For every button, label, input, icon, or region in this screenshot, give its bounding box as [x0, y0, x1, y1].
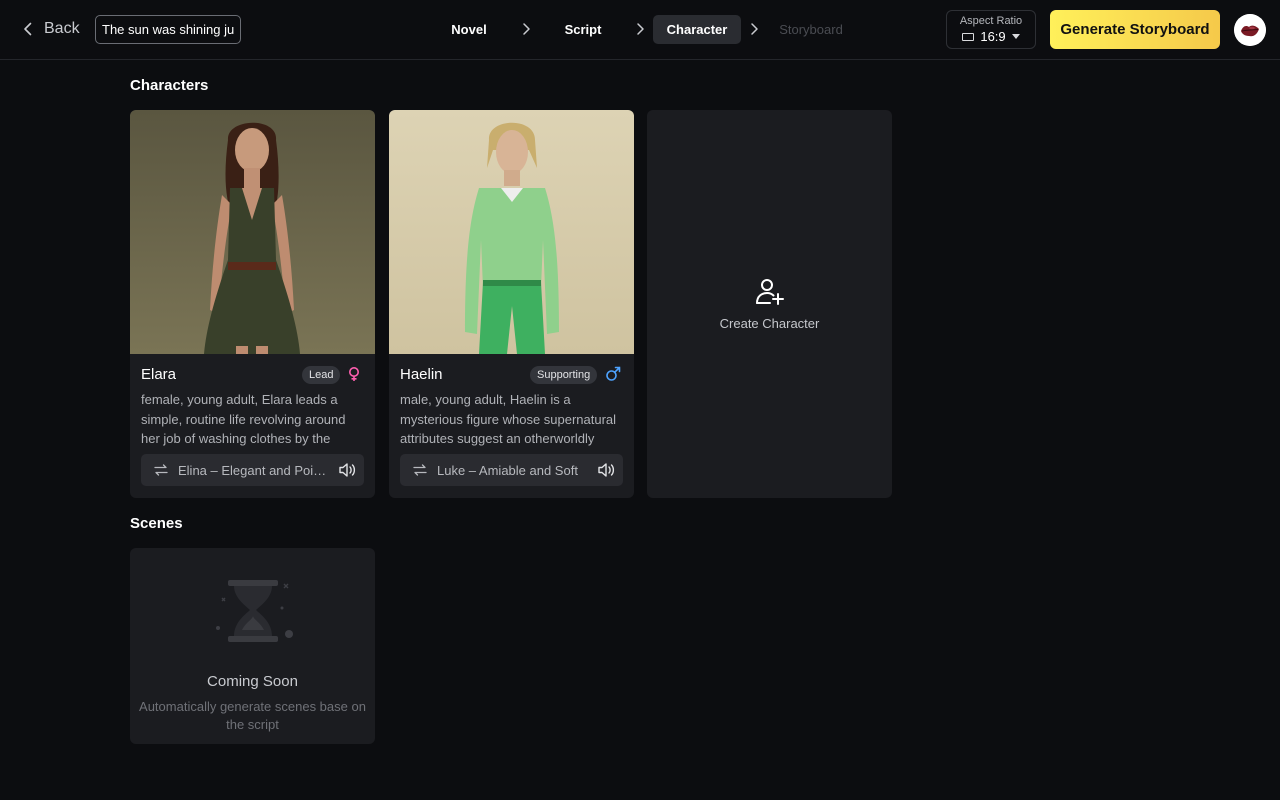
- back-button[interactable]: Back: [20, 14, 80, 44]
- scenes-placeholder-card: Coming Soon Automatically generate scene…: [130, 548, 375, 744]
- add-user-icon: [756, 279, 784, 305]
- character-portrait: [389, 110, 634, 354]
- step-script[interactable]: Script: [553, 15, 613, 44]
- hourglass-icon: [216, 580, 293, 642]
- character-portrait: [130, 110, 375, 354]
- voice-selector[interactable]: Luke – Amiable and Soft: [400, 454, 623, 486]
- voice-selector[interactable]: Elina – Elegant and Poised: [141, 454, 364, 486]
- chevron-left-icon: [24, 22, 32, 36]
- role-badge: Supporting: [530, 366, 598, 384]
- step-character[interactable]: Character: [653, 15, 741, 44]
- generate-storyboard-button[interactable]: Generate Storyboard: [1050, 10, 1220, 49]
- speaker-icon[interactable]: [597, 462, 615, 478]
- characters-heading: Characters: [130, 77, 209, 94]
- create-character-card[interactable]: Create Character: [647, 110, 892, 498]
- step-storyboard[interactable]: Storyboard: [770, 15, 852, 44]
- swap-icon: [413, 464, 427, 476]
- character-description: female, young adult, Elara leads a simpl…: [141, 392, 346, 446]
- male-icon: [606, 366, 621, 381]
- voice-name: Luke – Amiable and Soft: [437, 462, 578, 478]
- character-card[interactable]: Elara Lead female, young adult, Elara le…: [130, 110, 375, 498]
- chevron-right-icon: [523, 23, 530, 35]
- character-description: male, young adult, Haelin is a mysteriou…: [400, 392, 617, 446]
- swap-icon: [154, 464, 168, 476]
- speaker-icon[interactable]: [338, 462, 356, 478]
- project-title-input[interactable]: [95, 15, 241, 44]
- character-name: Haelin: [400, 366, 443, 383]
- top-bar: Back Novel Script Character Storyboard A…: [0, 0, 1280, 60]
- step-novel[interactable]: Novel: [440, 15, 498, 44]
- chevron-right-icon: [751, 23, 758, 35]
- coming-soon-subtitle: Automatically generate scenes base on th…: [139, 699, 366, 732]
- caret-down-icon: [1011, 34, 1020, 39]
- character-name: Elara: [141, 366, 177, 383]
- ratio-rectangle-icon: [962, 32, 975, 41]
- back-label: Back: [44, 20, 80, 37]
- aspect-ratio-label: Aspect Ratio: [959, 15, 1023, 27]
- coming-soon-title: Coming Soon: [207, 673, 298, 690]
- female-icon: [349, 367, 359, 381]
- aspect-ratio-value: 16:9: [980, 29, 1006, 44]
- lips-avatar-icon: [1234, 14, 1266, 46]
- create-character-label: Create Character: [719, 316, 820, 331]
- character-card[interactable]: Haelin Supporting male, young adult, Hae…: [389, 110, 634, 498]
- role-badge: Lead: [302, 366, 341, 384]
- voice-name: Elina – Elegant and Poised: [178, 462, 328, 478]
- chevron-right-icon: [637, 23, 644, 35]
- aspect-ratio-select[interactable]: Aspect Ratio 16:9: [946, 10, 1036, 49]
- scenes-heading: Scenes: [130, 515, 183, 532]
- user-avatar[interactable]: [1234, 14, 1266, 46]
